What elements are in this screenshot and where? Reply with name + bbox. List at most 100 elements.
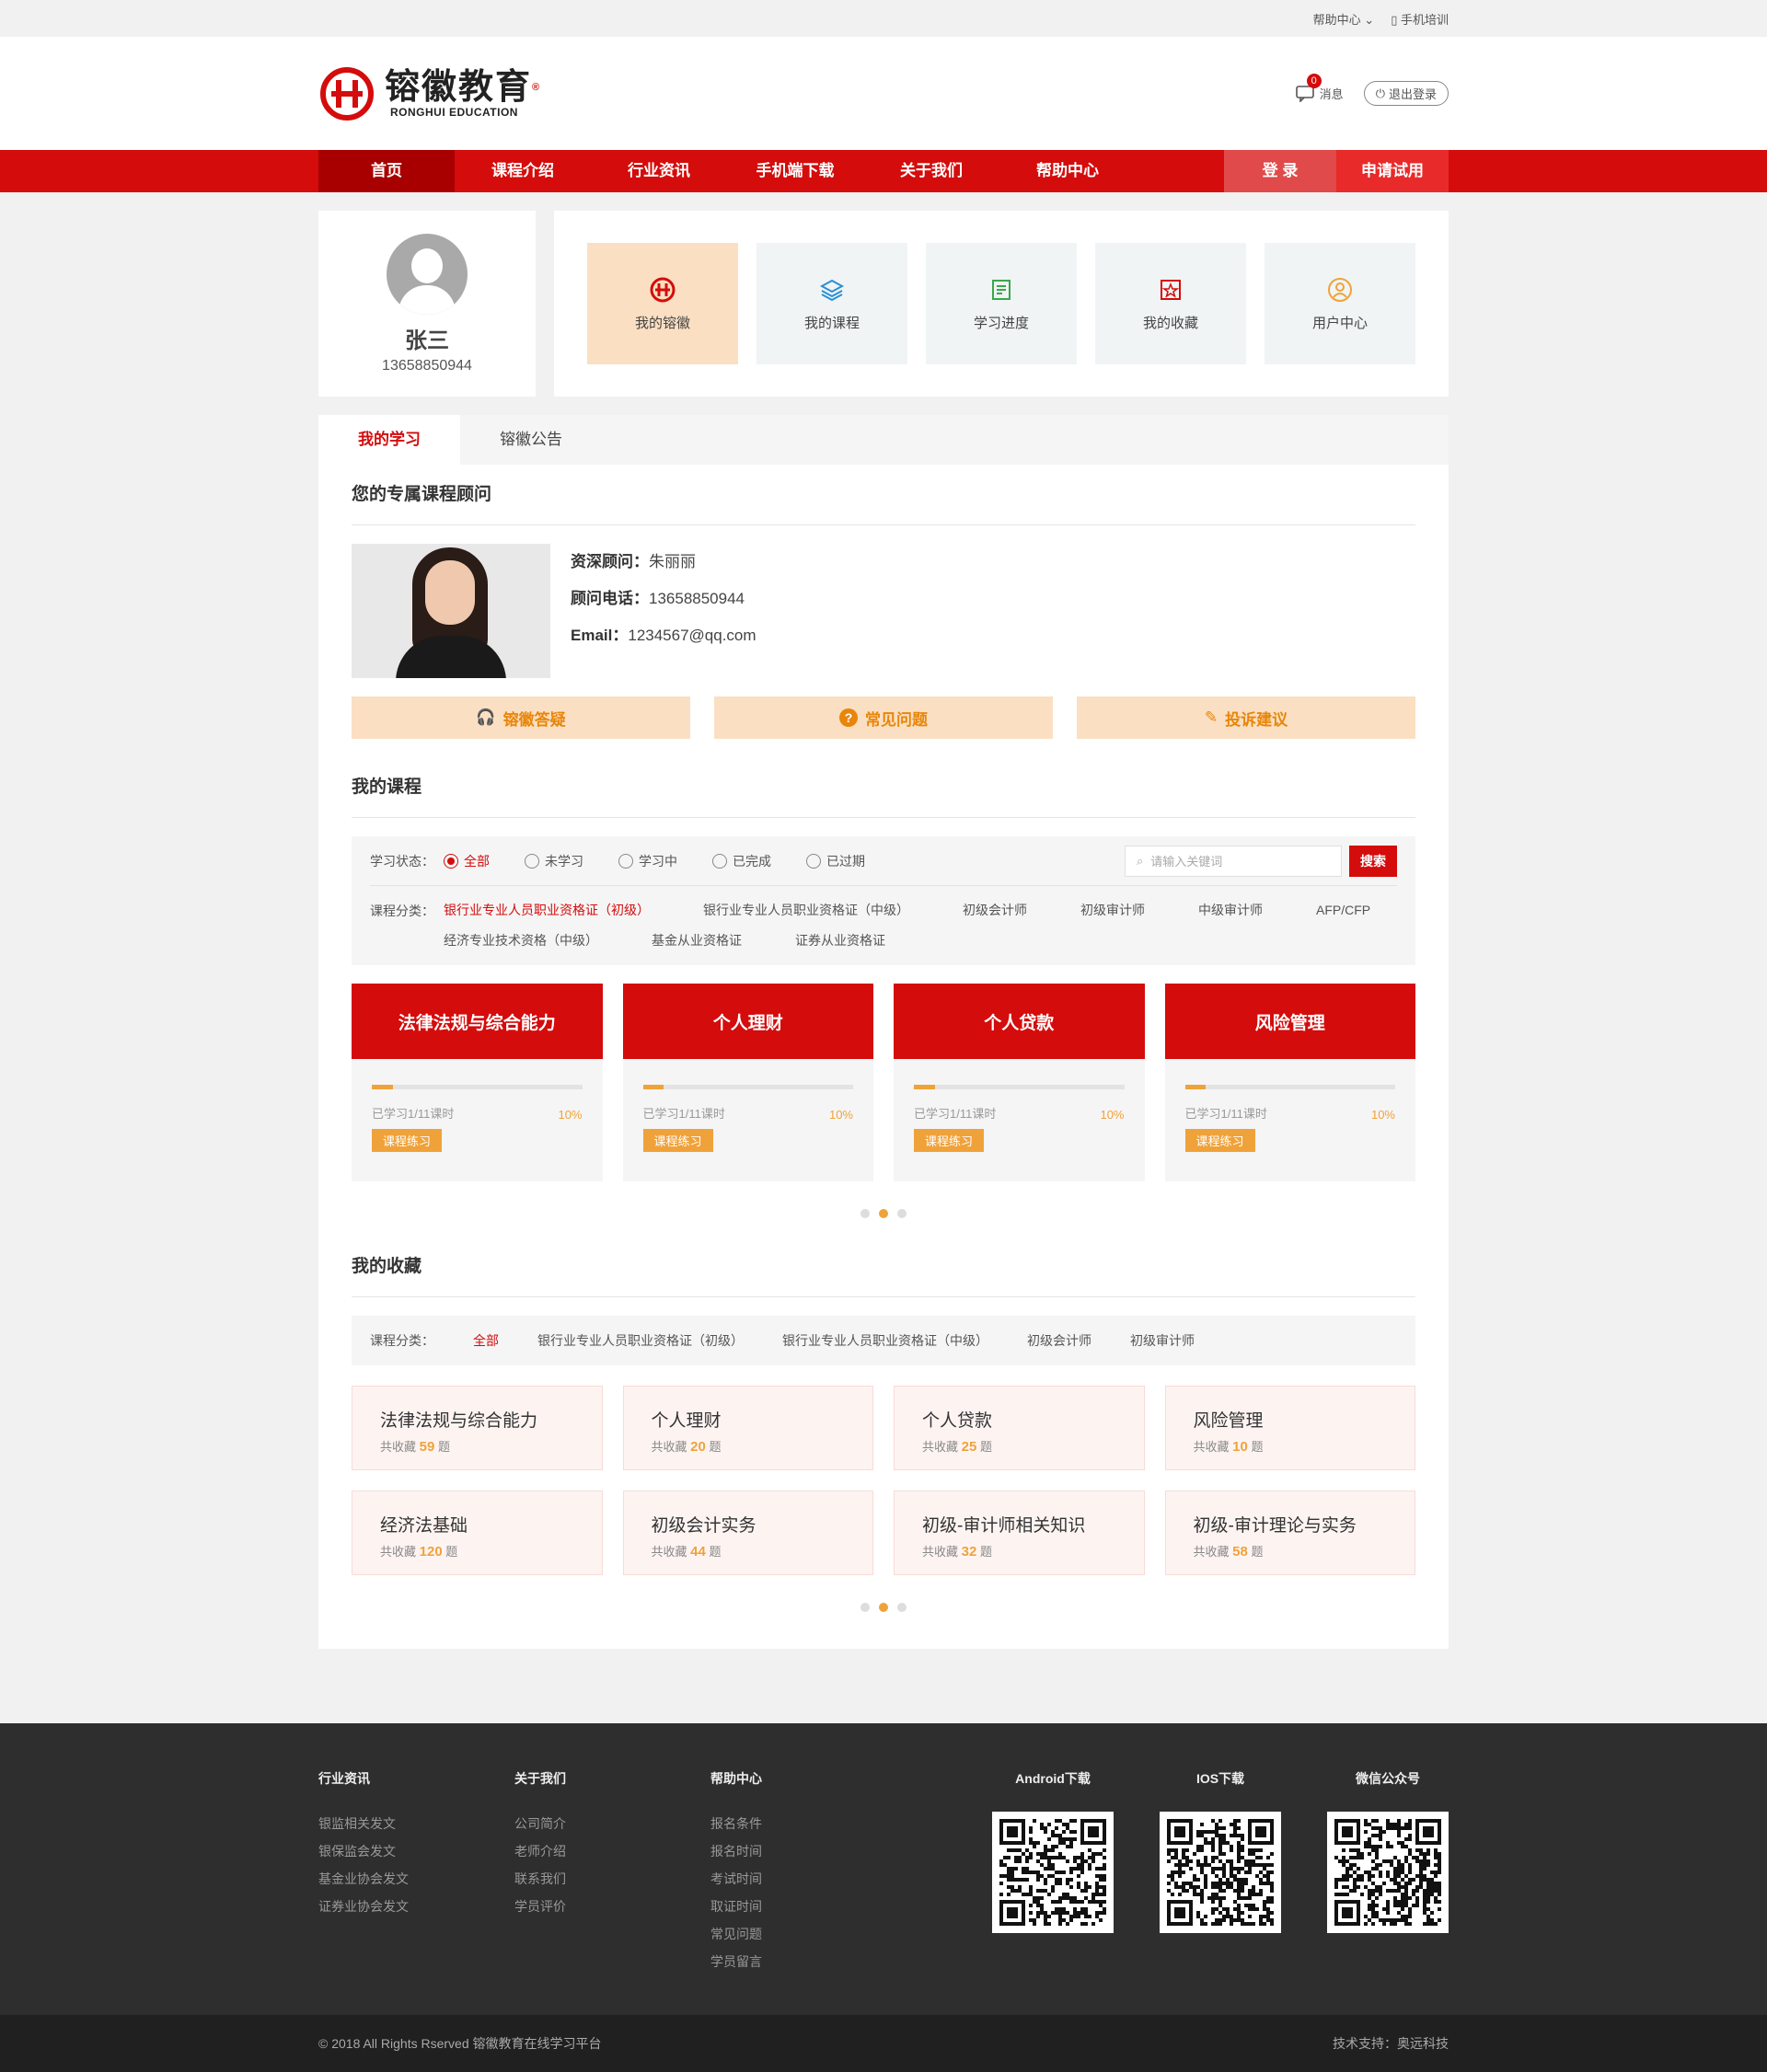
status-option-label: 未学习: [545, 853, 583, 869]
nav-item-help[interactable]: 帮助中心: [999, 150, 1136, 192]
category-option[interactable]: 经济专业技术资格（中级）: [444, 926, 598, 956]
favorite-card[interactable]: 个人贷款 共收藏 25 题: [894, 1386, 1145, 1470]
footer-link[interactable]: 报名时间: [710, 1837, 907, 1865]
carousel-dot[interactable]: [860, 1603, 870, 1612]
faq-button[interactable]: ? 常见问题: [714, 696, 1053, 739]
course-filter: 学习状态： 全部 未学习 学习中 已完成 已过期 ⌕ 请输入关键词 搜索 课程分类…: [352, 836, 1415, 965]
nav-item-about[interactable]: 关于我们: [863, 150, 999, 192]
category-option[interactable]: 证券从业资格证: [795, 926, 885, 956]
footer-link[interactable]: 常见问题: [710, 1920, 907, 1948]
course-practice-button[interactable]: 课程练习: [372, 1129, 443, 1152]
carousel-dot-active[interactable]: [879, 1209, 888, 1218]
fav-category-option[interactable]: 银行业专业人员职业资格证（中级）: [782, 1331, 988, 1350]
category-option[interactable]: 银行业专业人员职业资格证（初级）: [444, 895, 650, 926]
status-radio-in-progress[interactable]: 学习中: [618, 852, 677, 870]
content-tabs: 我的学习 镕徽公告: [318, 415, 1449, 465]
site-logo[interactable]: 镕徽教育® RONGHUI EDUCATION: [318, 65, 541, 122]
course-practice-button[interactable]: 课程练习: [914, 1129, 985, 1152]
course-card[interactable]: 法律法规与综合能力 已学习1/11课时 10% 课程练习: [352, 984, 603, 1181]
category-option[interactable]: 初级审计师: [1080, 895, 1145, 926]
carousel-dot[interactable]: [860, 1209, 870, 1218]
menu-tile-progress[interactable]: 学习进度: [926, 243, 1077, 364]
course-card[interactable]: 风险管理 已学习1/11课时 10% 课程练习: [1164, 984, 1415, 1181]
fav-category-option[interactable]: 银行业专业人员职业资格证（初级）: [537, 1331, 744, 1350]
category-option[interactable]: 中级审计师: [1198, 895, 1263, 926]
favorite-card[interactable]: 个人理财 共收藏 20 题: [622, 1386, 873, 1470]
footer-link[interactable]: 学员评价: [514, 1893, 710, 1920]
menu-tile-my-ronghui[interactable]: 我的镕徽: [587, 243, 738, 364]
help-center-label: 帮助中心: [1312, 12, 1361, 27]
course-practice-button[interactable]: 课程练习: [1184, 1129, 1255, 1152]
course-card[interactable]: 个人理财 已学习1/11课时 10% 课程练习: [622, 984, 873, 1181]
qr-label: Android下载: [1015, 1771, 1091, 1786]
favorite-count: 58: [1232, 1544, 1248, 1560]
qr-wechat: 微信公众号: [1327, 1769, 1449, 2015]
qa-button[interactable]: 🎧 镕徽答疑: [352, 696, 690, 739]
carousel-dot[interactable]: [897, 1209, 907, 1218]
nav-item-home[interactable]: 首页: [318, 150, 455, 192]
footer-link[interactable]: 银保监会发文: [318, 1837, 514, 1865]
search-button[interactable]: 搜索: [1349, 845, 1397, 877]
status-radio-completed[interactable]: 已完成: [712, 852, 771, 870]
favorite-card[interactable]: 初级-审计师相关知识 共收藏 32 题: [894, 1491, 1145, 1575]
footer-link[interactable]: 证券业协会发文: [318, 1893, 514, 1920]
logout-button[interactable]: ⏻ 退出登录: [1363, 81, 1449, 106]
feedback-button[interactable]: ✎ 投诉建议: [1077, 696, 1415, 739]
footer-link[interactable]: 取证时间: [710, 1893, 907, 1920]
fav-category-option[interactable]: 初级审计师: [1130, 1331, 1195, 1350]
footer-link[interactable]: 银监相关发文: [318, 1810, 514, 1837]
nav-item-news[interactable]: 行业资讯: [591, 150, 727, 192]
favorite-count-prefix: 共收藏: [1193, 1440, 1230, 1454]
footer-link[interactable]: 学员留言: [710, 1948, 907, 1975]
status-radio-all[interactable]: 全部: [444, 852, 490, 870]
course-practice-button[interactable]: 课程练习: [642, 1129, 713, 1152]
menu-tile-my-courses[interactable]: 我的课程: [756, 243, 907, 364]
avatar[interactable]: [387, 234, 468, 315]
course-carousel-dots: [352, 1209, 1415, 1218]
category-option[interactable]: 基金从业资格证: [652, 926, 742, 956]
advisor-email-label: Email：: [571, 627, 629, 644]
favorite-count-prefix: 共收藏: [651, 1545, 687, 1559]
status-radio-expired[interactable]: 已过期: [806, 852, 865, 870]
layers-icon: [819, 279, 845, 301]
footer-column-help: 帮助中心 报名条件 报名时间 考试时间 取证时间 常见问题 学员留言: [710, 1769, 907, 2015]
help-center-dropdown[interactable]: 帮助中心 ⌄: [1313, 10, 1375, 28]
footer-link[interactable]: 公司简介: [514, 1810, 710, 1837]
favorite-card[interactable]: 风险管理 共收藏 10 题: [1164, 1386, 1415, 1470]
favorite-card[interactable]: 初级-审计理论与实务 共收藏 58 题: [1164, 1491, 1415, 1575]
footer-link[interactable]: 报名条件: [710, 1810, 907, 1837]
status-radio-not-started[interactable]: 未学习: [525, 852, 583, 870]
login-button[interactable]: 登 录: [1224, 150, 1336, 192]
favorite-title: 初级会计实务: [651, 1516, 756, 1536]
footer-link[interactable]: 老师介绍: [514, 1837, 710, 1865]
footer-link[interactable]: 基金业协会发文: [318, 1865, 514, 1893]
trial-button[interactable]: 申请试用: [1336, 150, 1449, 192]
footer-link[interactable]: 联系我们: [514, 1865, 710, 1893]
tab-my-learning[interactable]: 我的学习: [318, 415, 460, 465]
category-option[interactable]: AFP/CFP: [1316, 895, 1370, 926]
nav-item-courses[interactable]: 课程介绍: [455, 150, 591, 192]
favorite-card[interactable]: 初级会计实务 共收藏 44 题: [622, 1491, 873, 1575]
favorite-card[interactable]: 法律法规与综合能力 共收藏 59 题: [352, 1386, 603, 1470]
carousel-dot[interactable]: [897, 1603, 907, 1612]
status-option-label: 全部: [464, 853, 490, 869]
search-input[interactable]: ⌕ 请输入关键词: [1125, 845, 1342, 877]
nav-item-mobile-download[interactable]: 手机端下载: [727, 150, 863, 192]
footer-link[interactable]: 考试时间: [710, 1865, 907, 1893]
category-option[interactable]: 初级会计师: [963, 895, 1027, 926]
favorite-count: 20: [690, 1439, 706, 1455]
favorite-card[interactable]: 经济法基础 共收藏 120 题: [352, 1491, 603, 1575]
advisor-section-title: 您的专属课程顾问: [352, 465, 1415, 525]
course-card[interactable]: 个人贷款 已学习1/11课时 10% 课程练习: [894, 984, 1145, 1181]
fav-category-option[interactable]: 全部: [473, 1331, 499, 1350]
messages-button[interactable]: 0 消息: [1295, 74, 1344, 102]
course-list: 法律法规与综合能力 已学习1/11课时 10% 课程练习 个人理财 已学习1/11…: [352, 984, 1415, 1181]
menu-tile-favorites[interactable]: 我的收藏: [1095, 243, 1246, 364]
carousel-dot-active[interactable]: [879, 1603, 888, 1612]
fav-category-option[interactable]: 初级会计师: [1027, 1331, 1091, 1350]
favorite-count: 10: [1232, 1439, 1248, 1455]
category-option[interactable]: 银行业专业人员职业资格证（中级）: [703, 895, 909, 926]
mobile-training-link[interactable]: ▯ 手机培训: [1391, 10, 1449, 28]
menu-tile-user-center[interactable]: 用户中心: [1265, 243, 1415, 364]
tab-announcements[interactable]: 镕徽公告: [460, 415, 602, 465]
